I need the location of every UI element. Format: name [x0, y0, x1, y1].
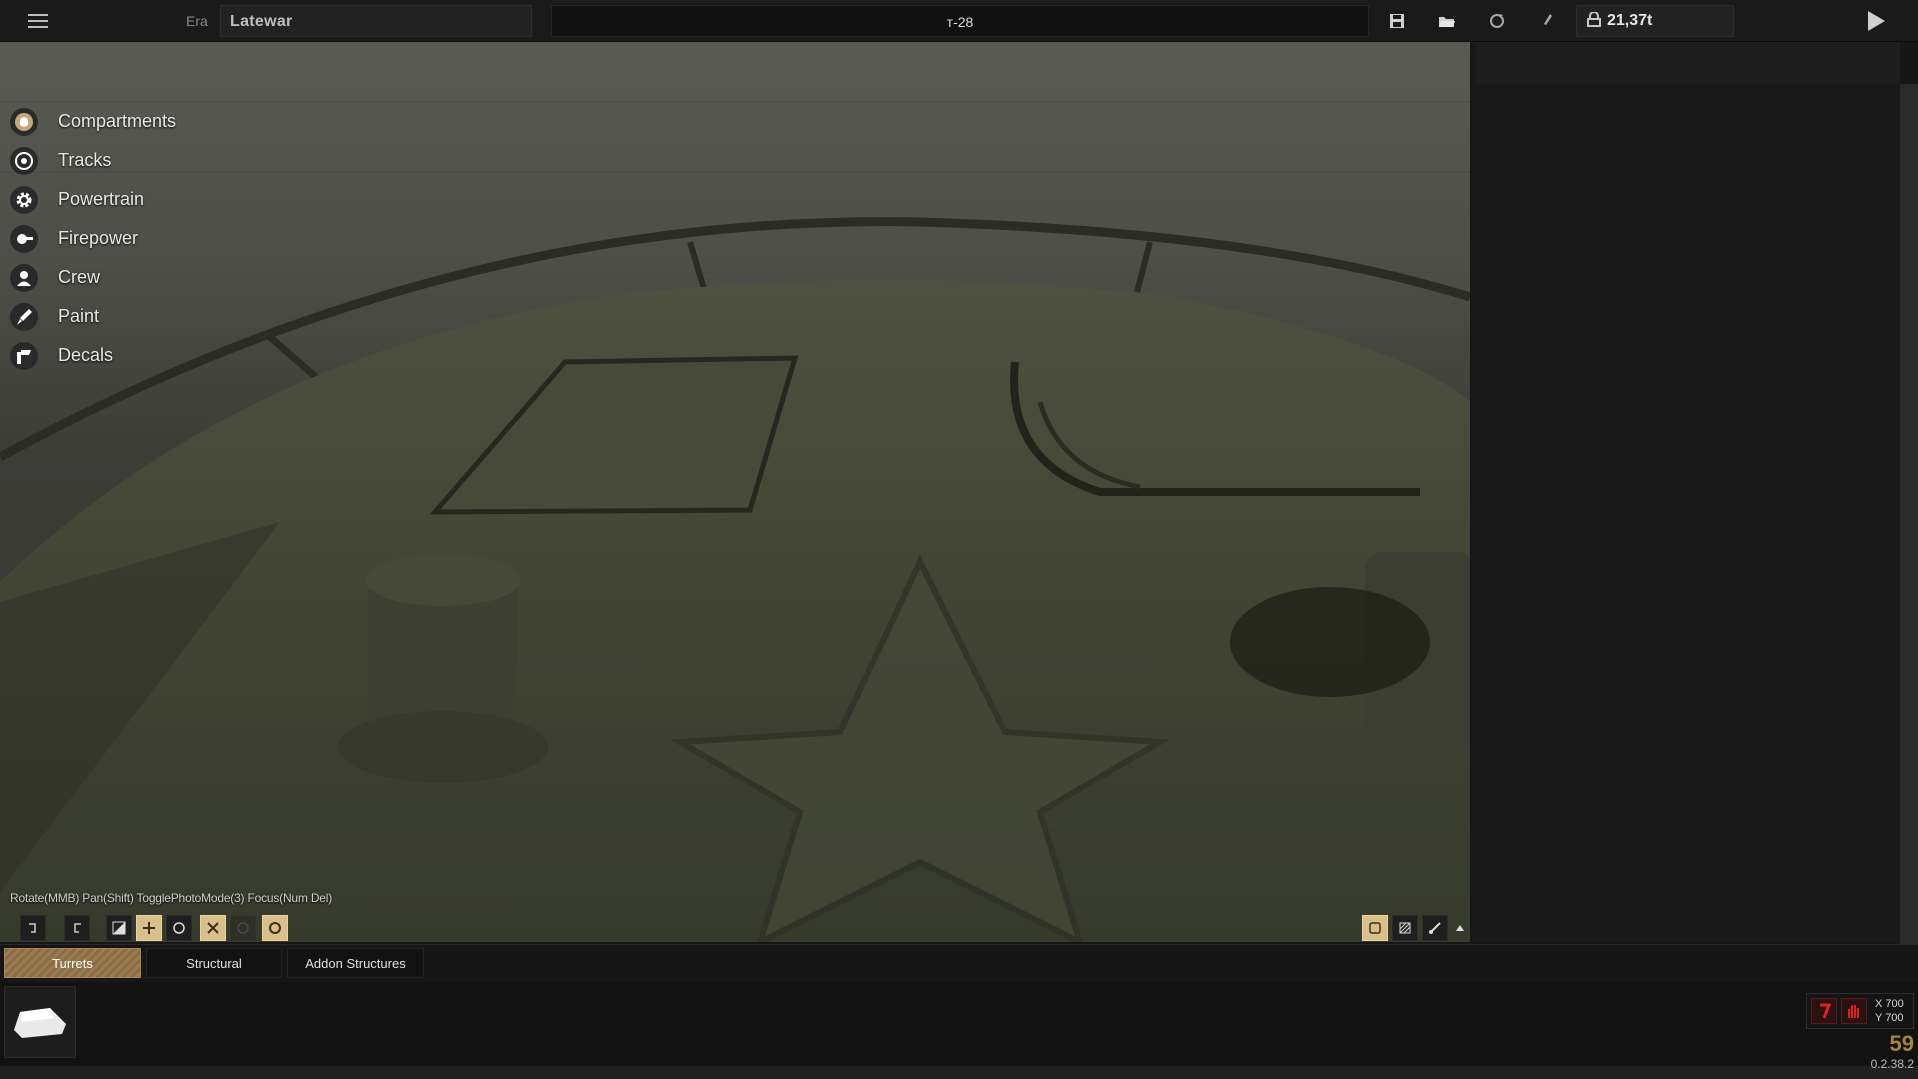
tank-designer-window: { "topbar": { "era_label": "Era", "era_v…: [0, 0, 1918, 1079]
sidebar-item-compartments[interactable]: Compartments: [10, 102, 176, 141]
sidebar-item-paint[interactable]: Paint: [10, 297, 176, 336]
sidebar-item-powertrain[interactable]: Powertrain: [10, 180, 176, 219]
error-hand-icon[interactable]: [1841, 998, 1867, 1024]
sidebar-item-label: Decals: [58, 345, 114, 365]
sidebar-item-label: Tracks: [58, 150, 112, 170]
3d-viewport[interactable]: [0, 42, 1470, 942]
tab-addon-structures[interactable]: Addon Structures: [287, 948, 424, 978]
cursor-coordinates: X 700 Y 700: [1875, 997, 1904, 1025]
tab-structural[interactable]: Structural: [146, 948, 282, 978]
coord-x: X 700: [1875, 998, 1904, 1010]
gun-icon: [10, 224, 38, 253]
gear-icon: [10, 185, 38, 214]
solid-view-icon[interactable]: [1362, 915, 1388, 941]
sidebar-item-label: Paint: [58, 306, 100, 326]
decal-icon: [10, 341, 38, 370]
gizmo-icon[interactable]: [230, 915, 256, 941]
tank-hull-scene: [0, 101, 1470, 942]
expand-up-icon[interactable]: [1452, 915, 1468, 941]
era-dropdown[interactable]: Latewar: [220, 5, 532, 37]
top-toolbar: Era Latewar т-28 21,37t: [0, 0, 1918, 42]
sidebar-item-label: Compartments: [58, 111, 177, 131]
orbit-tool-icon[interactable]: [262, 915, 288, 941]
track-wheel-icon: [10, 146, 38, 175]
properties-scrollbar[interactable]: [1900, 84, 1918, 944]
reset-icon[interactable]: [1486, 10, 1508, 32]
sidebar-item-crew[interactable]: Crew: [10, 258, 176, 297]
era-label: Era: [186, 13, 208, 29]
properties-panel: [1472, 42, 1900, 942]
sidebar-item-label: Crew: [58, 267, 101, 287]
category-sidebar: Compartments Tracks Powertrain Firepower…: [10, 102, 176, 375]
sidebar-item-decals[interactable]: Decals: [10, 336, 176, 375]
menu-icon[interactable]: [28, 14, 48, 30]
sidebar-item-label: Powertrain: [58, 189, 145, 209]
brush-icon[interactable]: [1536, 10, 1558, 32]
parts-scrollbar[interactable]: [0, 1066, 1918, 1079]
warning-icon[interactable]: [1811, 998, 1837, 1024]
weight-display: 21,37t: [1576, 5, 1734, 37]
tab-turrets[interactable]: Turrets: [4, 948, 141, 978]
load-icon[interactable]: [1436, 10, 1458, 32]
version-label: 0.2.38.2: [1870, 1057, 1914, 1071]
sidebar-item-label: Firepower: [58, 228, 139, 248]
camera-controls-hint: Rotate(MMB) Pan(Shift) TogglePhotoMode(3…: [10, 891, 333, 905]
turret-part-thumbnail[interactable]: [4, 986, 76, 1058]
coord-y: Y 700: [1875, 1012, 1904, 1024]
save-icon[interactable]: [1386, 10, 1408, 32]
weight-value: 21,37t: [1607, 12, 1653, 29]
sidebar-item-tracks[interactable]: Tracks: [10, 141, 176, 180]
vehicle-name-field[interactable]: т-28: [551, 5, 1369, 37]
paint-brush-icon: [10, 302, 38, 331]
mirror-icon[interactable]: [106, 915, 132, 941]
person-icon: [10, 263, 38, 292]
cube-icon: [10, 107, 38, 136]
play-icon[interactable]: [1868, 11, 1885, 31]
move-tool-icon[interactable]: [136, 915, 162, 941]
redo-icon[interactable]: [64, 915, 90, 941]
measure-tool-icon[interactable]: [1422, 915, 1448, 941]
lock-icon[interactable]: [1587, 11, 1601, 30]
sidebar-item-firepower[interactable]: Firepower: [10, 219, 176, 258]
status-indicator: X 700 Y 700: [1806, 993, 1914, 1029]
snap-tool-icon[interactable]: [200, 915, 226, 941]
undo-icon[interactable]: [20, 915, 46, 941]
turret-shape-icon: [14, 1008, 66, 1038]
properties-panel-header: [1476, 42, 1900, 84]
rotate-tool-icon[interactable]: [166, 915, 192, 941]
wireframe-view-icon[interactable]: [1392, 915, 1418, 941]
fps-counter: 59: [1889, 1031, 1914, 1056]
